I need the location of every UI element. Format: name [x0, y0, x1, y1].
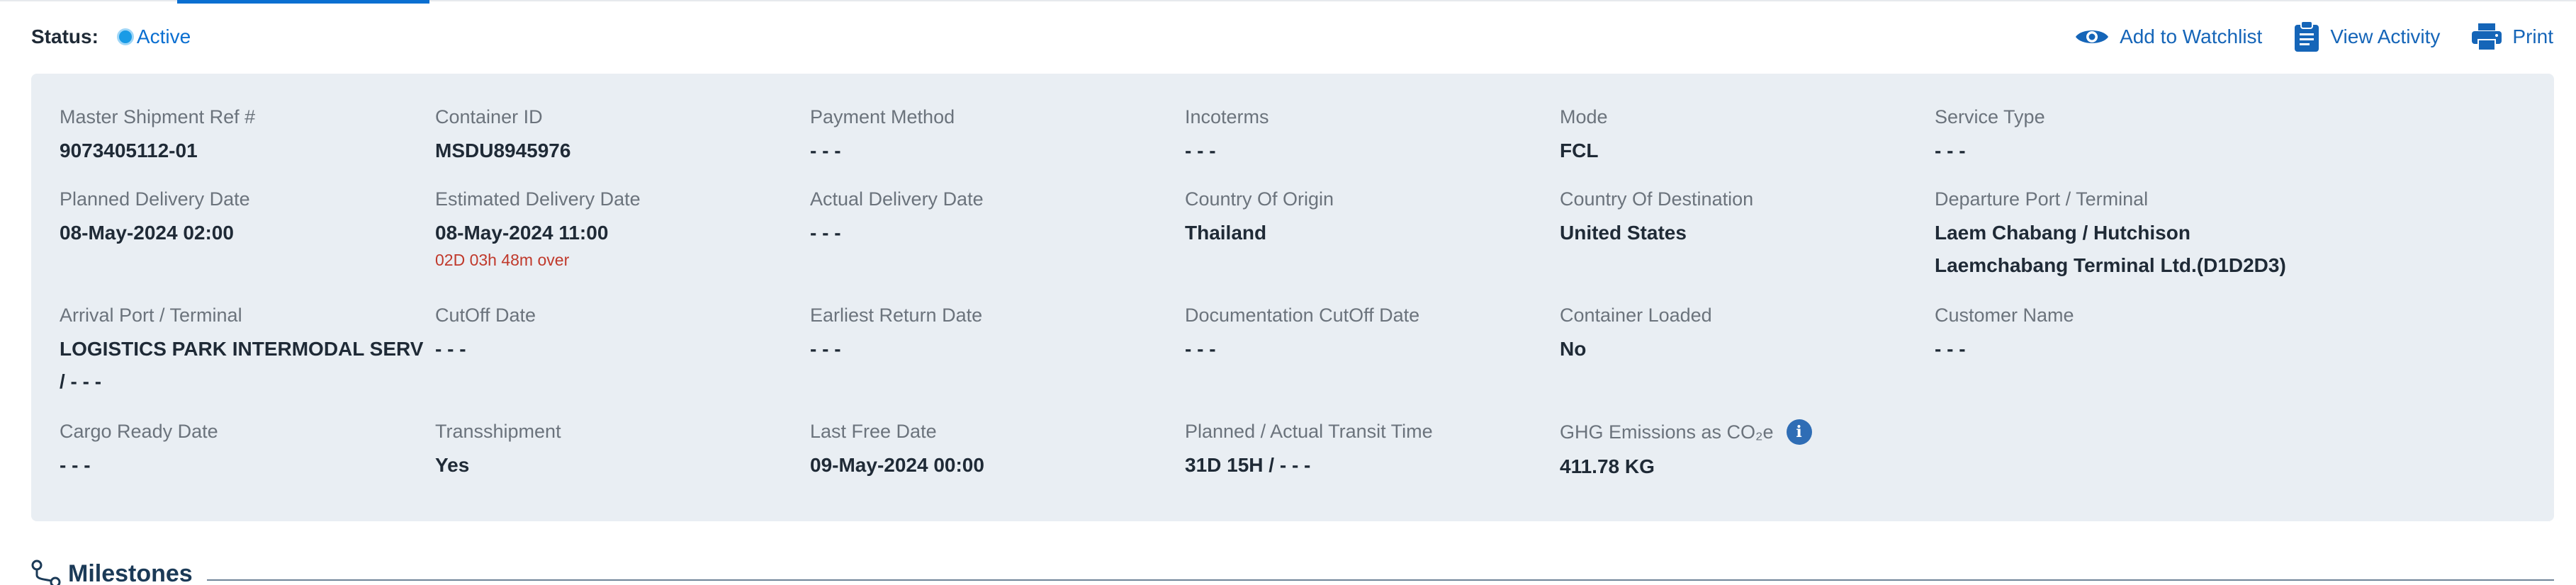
field-value: FCL [1560, 140, 1599, 161]
field-label: Actual Delivery Date [810, 188, 984, 210]
field-value: - - - [1935, 140, 1966, 161]
print-label: Print [2512, 25, 2553, 47]
field-value: - - - [1185, 140, 1216, 161]
route-icon [31, 560, 61, 585]
field-label: Container ID [435, 106, 543, 127]
shipment-details-panel: Master Shipment Ref # 9073405112-01 Cont… [31, 74, 2554, 521]
field-label: Departure Port / Terminal [1935, 188, 2149, 210]
field-value: - - - [60, 454, 91, 476]
field-label: Arrival Port / Terminal [60, 305, 242, 326]
field-transshipment: Transshipment Yes [435, 419, 561, 482]
field-label: Estimated Delivery Date [435, 188, 641, 210]
field-label: Country Of Destination [1560, 188, 1754, 210]
field-value: 09-May-2024 00:00 [810, 454, 984, 476]
field-label: Service Type [1935, 106, 2045, 127]
field-transit-time: Planned / Actual Transit Time 31D 15H / … [1185, 419, 1433, 482]
field-departure-port: Departure Port / Terminal Laem Chabang /… [1935, 187, 2286, 282]
info-icon[interactable]: i [1786, 419, 1812, 445]
field-value: Yes [435, 454, 470, 476]
milestones-divider [207, 579, 2554, 581]
add-to-watchlist-label: Add to Watchlist [2120, 25, 2263, 47]
field-value: United States [1560, 222, 1687, 244]
field-label: CutOff Date [435, 305, 536, 326]
status-row: Status: Active [31, 24, 191, 50]
shipment-details-page: Status: Active Add to Watchlist View Act… [0, 0, 2576, 585]
field-label: Country Of Origin [1185, 188, 1334, 210]
field-value: 31D 15H / - - - [1185, 454, 1311, 476]
field-value: MSDU8945976 [435, 140, 571, 161]
field-container-id: Container ID MSDU8945976 [435, 105, 570, 167]
field-value: 9073405112-01 [60, 140, 198, 161]
field-label: Transshipment [435, 421, 561, 442]
field-label: GHG Emissions as CO₂e [1560, 421, 1774, 443]
field-service-type: Service Type - - - [1935, 105, 2045, 167]
field-label-row: GHG Emissions as CO₂e i [1560, 419, 1812, 445]
milestones-title: Milestones [68, 560, 193, 585]
field-label: Planned Delivery Date [60, 188, 250, 210]
view-activity-label: View Activity [2330, 25, 2441, 47]
field-label: Planned / Actual Transit Time [1185, 421, 1433, 442]
overdue-note: 02D 03h 48m over [435, 251, 570, 269]
field-estimated-delivery-date: Estimated Delivery Date 08-May-2024 11:0… [435, 187, 641, 270]
field-country-of-origin: Country Of Origin Thailand [1185, 187, 1334, 249]
eye-icon [2076, 30, 2109, 43]
field-planned-delivery-date: Planned Delivery Date 08-May-2024 02:00 [60, 187, 250, 249]
field-value: No [1560, 338, 1587, 360]
field-label: Mode [1560, 106, 1608, 127]
field-value: 08-May-2024 02:00 [60, 222, 234, 244]
status-label: Status: [31, 25, 99, 47]
field-value: 08-May-2024 11:00 [435, 222, 609, 244]
printer-icon [2472, 23, 2502, 51]
field-label: Documentation CutOff Date [1185, 305, 1420, 326]
status-value: Active [136, 25, 191, 47]
status-dot-icon [116, 28, 134, 45]
field-country-of-destination: Country Of Destination United States [1560, 187, 1753, 249]
field-last-free-date: Last Free Date 09-May-2024 00:00 [810, 419, 984, 482]
field-label: Last Free Date [810, 421, 937, 442]
field-value: 411.78 KG [1560, 455, 1655, 477]
field-cutoff-date: CutOff Date - - - [435, 303, 536, 365]
field-master-shipment-ref: Master Shipment Ref # 9073405112-01 [60, 105, 255, 167]
field-value: Thailand [1185, 222, 1267, 244]
field-payment-method: Payment Method - - - [810, 105, 955, 167]
field-label: Incoterms [1185, 106, 1269, 127]
field-value: - - - [435, 338, 466, 360]
print-button[interactable]: Print [2471, 23, 2553, 51]
clipboard-icon [2295, 21, 2319, 52]
field-value: - - - [1185, 338, 1216, 360]
field-value: - - - [810, 222, 841, 244]
field-label: Earliest Return Date [810, 305, 983, 326]
milestones-header: Milestones [31, 560, 193, 585]
field-customer-name: Customer Name - - - [1935, 303, 2074, 365]
field-value: LOGISTICS PARK INTERMODAL SERV / - - - [60, 338, 424, 392]
field-value: Laem Chabang / Hutchison Laemchabang Ter… [1935, 222, 2286, 276]
field-incoterms: Incoterms - - - [1185, 105, 1269, 167]
field-container-loaded: Container Loaded No [1560, 303, 1712, 365]
field-label: Customer Name [1935, 305, 2074, 326]
field-label: Master Shipment Ref # [60, 106, 256, 127]
field-cargo-ready-date: Cargo Ready Date - - - [60, 419, 218, 482]
field-mode: Mode FCL [1560, 105, 1608, 167]
view-activity-button[interactable]: View Activity [2293, 21, 2440, 53]
field-value: - - - [1935, 338, 1966, 360]
add-to-watchlist-button[interactable]: Add to Watchlist [2074, 25, 2262, 48]
header-actions: Add to Watchlist View Activity Print [2043, 18, 2553, 55]
field-label: Container Loaded [1560, 305, 1712, 326]
field-label: Cargo Ready Date [60, 421, 218, 442]
field-value: - - - [810, 140, 841, 161]
field-ghg-emissions: GHG Emissions as CO₂e i 411.78 KG [1560, 419, 1812, 483]
field-documentation-cutoff-date: Documentation CutOff Date - - - [1185, 303, 1419, 365]
field-actual-delivery-date: Actual Delivery Date - - - [810, 187, 984, 249]
field-value: - - - [810, 338, 841, 360]
field-earliest-return-date: Earliest Return Date - - - [810, 303, 982, 365]
field-label: Payment Method [810, 106, 955, 127]
active-tab-indicator [177, 0, 429, 4]
field-arrival-port: Arrival Port / Terminal LOGISTICS PARK I… [60, 303, 423, 398]
